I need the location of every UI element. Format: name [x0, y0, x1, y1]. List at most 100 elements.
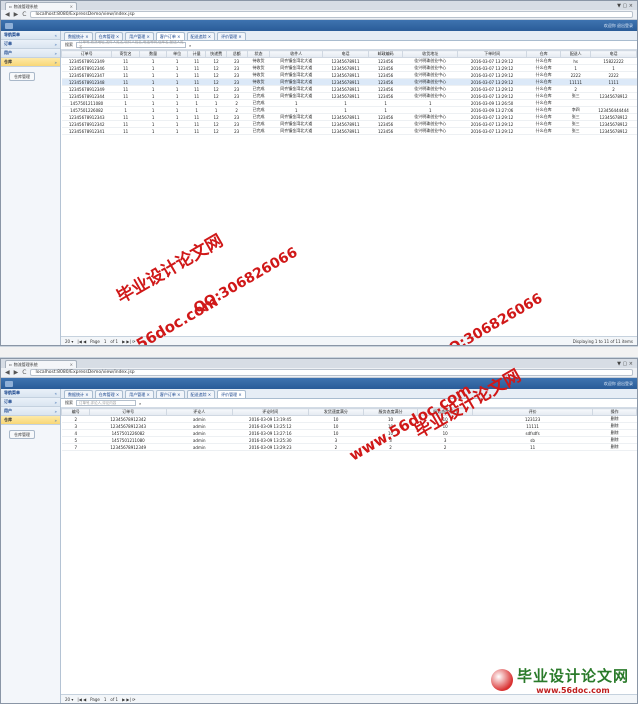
- column-header[interactable]: 邮政编码: [367, 50, 404, 58]
- collapse-icon[interactable]: «: [55, 391, 57, 396]
- sidebar-item-warehouse[interactable]: 仓库»: [1, 58, 60, 67]
- table-row[interactable]: 12345678912348 11 1 1 11 12 23 待收货 同齐镇金湾北大道 12345…: [61, 78, 637, 86]
- window-controls[interactable]: ▼ ▢ ×: [617, 361, 637, 367]
- next-last-refresh-icon[interactable]: ▶ ▶| ⟳: [122, 697, 135, 702]
- sidebar-item-orders[interactable]: 订单»: [1, 398, 60, 407]
- column-header[interactable]: 服务态度满分: [362, 408, 419, 416]
- column-header[interactable]: 订单号: [89, 408, 167, 416]
- next-last-refresh-icon[interactable]: ▶ ▶| ⟳: [122, 339, 135, 344]
- column-header[interactable]: 单位: [166, 50, 188, 58]
- expand-icon[interactable]: »: [55, 409, 57, 414]
- tab-delivery[interactable]: 配送追踪 ×: [186, 390, 216, 398]
- reload-icon[interactable]: C: [22, 369, 26, 376]
- tab-warehouse[interactable]: 仓库管理 ×: [94, 390, 124, 398]
- column-header[interactable]: 订单号: [61, 50, 113, 58]
- table-row[interactable]: 7 12345678912349 admin 2016-03-09 13:29:23 2…: [61, 443, 637, 451]
- tab-warehouse[interactable]: 仓库管理 ×: [94, 32, 124, 40]
- expand-icon[interactable]: »: [55, 51, 57, 56]
- column-header[interactable]: 服务态度满分: [417, 408, 473, 416]
- forward-icon[interactable]: ▶: [14, 11, 19, 18]
- expand-icon[interactable]: »: [55, 42, 57, 47]
- column-header[interactable]: 评价: [471, 408, 594, 416]
- column-header[interactable]: 电话: [590, 50, 637, 58]
- back-icon[interactable]: ◀: [5, 369, 10, 376]
- expand-icon[interactable]: »: [55, 60, 57, 65]
- column-header[interactable]: 状态: [246, 50, 271, 58]
- column-header[interactable]: 评论人: [165, 408, 233, 416]
- table-row[interactable]: 3 12345678912343 admin 2016-03-09 13:25:12 1…: [61, 422, 637, 430]
- page-input[interactable]: 1: [104, 697, 107, 702]
- tab-statistics[interactable]: 数据统计 ×: [64, 32, 93, 40]
- tab-users[interactable]: 用户管理 ×: [125, 390, 154, 398]
- column-header[interactable]: 收件人: [269, 50, 324, 58]
- header-user-links[interactable]: 欢迎你 退出登录: [604, 381, 633, 387]
- sidebar-item-warehouse[interactable]: 仓库»: [1, 416, 60, 425]
- page-input[interactable]: 1: [104, 339, 107, 344]
- page-size-select[interactable]: 20 ▾: [65, 339, 73, 344]
- search-input[interactable]: 订单号,收货地址,发件人姓名,收件人姓名,电话号码,仓库名,配送人姓名: [76, 40, 186, 49]
- table-row[interactable]: 12345678912346 11 1 1 11 12 23 待收货 同齐镇金湾北大道 12345…: [61, 64, 637, 72]
- expand-icon[interactable]: »: [55, 400, 57, 405]
- column-header[interactable]: 发货速度满分: [308, 408, 364, 416]
- table-row[interactable]: 1457501226082 1 1 1 1 1 2 已完成 1 1 1 1 2016-03-09 13:…: [61, 106, 637, 114]
- expand-icon[interactable]: »: [55, 418, 57, 423]
- warehouse-manage-button[interactable]: 仓库管理: [9, 72, 35, 81]
- column-header[interactable]: 评论时间: [231, 408, 310, 416]
- page-size-select[interactable]: 20 ▾: [65, 697, 73, 702]
- tab-delivery[interactable]: 配送追踪 ×: [186, 32, 216, 40]
- collapse-icon[interactable]: «: [55, 33, 57, 38]
- sidebar-item-users[interactable]: 用户»: [1, 49, 60, 58]
- table-cell: 1: [139, 78, 167, 86]
- table-row[interactable]: 5 1457501211080 admin 2016-03-09 13:25:30 3 3…: [61, 436, 637, 444]
- tab-reviews[interactable]: 评价管理 ×: [217, 390, 246, 398]
- column-header[interactable]: 操作: [592, 408, 637, 416]
- tab-orders[interactable]: 客户订单 ×: [155, 390, 185, 398]
- tab-statistics[interactable]: 数据统计 ×: [64, 390, 93, 398]
- url-input[interactable]: localhost:8080/ExpressDemo/view/index.js…: [30, 11, 633, 18]
- column-header[interactable]: 编号: [61, 408, 91, 416]
- table-row[interactable]: 1457501211080 1 1 1 1 1 2 已完成 1 1 1 1 2016-03-09 13:…: [61, 99, 637, 107]
- table-row[interactable]: 12345678912344 11 1 1 11 12 23 已完成 同齐镇金湾北大道 12345…: [61, 92, 637, 100]
- column-header[interactable]: 配送人: [560, 50, 592, 58]
- back-icon[interactable]: ◀: [5, 11, 10, 18]
- close-tab-icon[interactable]: ×: [70, 4, 73, 9]
- sidebar-item-orders[interactable]: 订单»: [1, 40, 60, 49]
- sidebar-item-users[interactable]: 用户»: [1, 407, 60, 416]
- sidebar-item-nav-menu[interactable]: 导航菜单 «: [1, 31, 60, 40]
- table-row[interactable]: 12345678912343 11 1 1 11 12 23 已完成 同齐镇金湾北大道 12345…: [61, 113, 637, 121]
- column-header[interactable]: 下单时间: [457, 50, 527, 58]
- column-header[interactable]: 寄货名: [111, 50, 140, 58]
- browser-tab[interactable]: ▫ 物流管理系统 ×: [5, 360, 77, 368]
- reload-icon[interactable]: C: [22, 11, 26, 18]
- header-user-links[interactable]: 欢迎你 退出登录: [604, 23, 633, 29]
- column-header[interactable]: 电话: [322, 50, 369, 58]
- column-header[interactable]: 数量: [138, 50, 168, 58]
- first-prev-icon[interactable]: |◀ ◀: [77, 339, 86, 344]
- table-row[interactable]: 12345678912342 11 1 1 11 12 23 已完成 同齐镇金湾北大道 12345…: [61, 120, 637, 128]
- first-prev-icon[interactable]: |◀ ◀: [77, 697, 86, 702]
- column-header[interactable]: 仓库: [525, 50, 562, 58]
- tab-reviews[interactable]: 评价管理 ×: [217, 32, 246, 40]
- column-header[interactable]: 计量: [186, 50, 207, 58]
- url-input[interactable]: localhost:8080/ExpressDemo/view/index.js…: [30, 369, 633, 376]
- window-controls[interactable]: ▼ ▢ ×: [617, 3, 637, 9]
- column-header[interactable]: 快递费: [205, 50, 227, 58]
- sidebar-item-nav-menu[interactable]: 导航菜单 «: [1, 389, 60, 398]
- search-input[interactable]: 订单号,评论人,评论内容: [76, 400, 136, 406]
- tab-orders[interactable]: 客户订单 ×: [155, 32, 185, 40]
- forward-icon[interactable]: ▶: [14, 369, 19, 376]
- table-row[interactable]: 12345678912349 11 1 1 11 12 23 已完成 同齐镇金湾北大道 12345…: [61, 85, 637, 93]
- browser-tab[interactable]: ▫ 物流管理系统 ×: [5, 2, 77, 10]
- warehouse-manage-button[interactable]: 仓库管理: [9, 430, 35, 439]
- close-tab-icon[interactable]: ×: [70, 362, 73, 367]
- table-row[interactable]: 12345678912347 11 1 1 11 12 23 待收货 同齐镇金湾北大道 12345…: [61, 71, 637, 79]
- table-row[interactable]: 12345678912341 11 1 1 11 12 23 已完成 同齐镇金湾北大道 12345…: [61, 127, 637, 135]
- column-header[interactable]: 总额: [225, 50, 248, 58]
- search-icon[interactable]: ⌕: [189, 43, 191, 48]
- table-row[interactable]: 12345678912349 11 1 1 11 12 23 待收货 同齐镇金湾北大道 12345…: [61, 57, 637, 65]
- table-row[interactable]: 4 1457501226082 admin 2016-03-09 13:27:16 10…: [61, 429, 637, 437]
- tab-users[interactable]: 用户管理 ×: [125, 32, 154, 40]
- column-header[interactable]: 收货地址: [402, 50, 459, 58]
- search-icon[interactable]: ⌕: [139, 401, 141, 406]
- table-row[interactable]: 2 12345678912342 admin 2016-03-09 13:19:45 1…: [61, 415, 637, 423]
